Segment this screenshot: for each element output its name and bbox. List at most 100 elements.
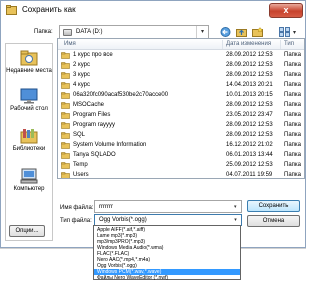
row-date: 06.01.2013 13:44: [226, 152, 273, 158]
folder-icon: [61, 72, 70, 79]
filetype-option[interactable]: Файлы Nero WaveEditor (*.nwf): [94, 275, 240, 281]
row-name: 3 курс: [73, 72, 90, 78]
row-type: Папка: [284, 72, 301, 78]
row-date: 25.09.2012 12:53: [226, 162, 273, 168]
place-computer[interactable]: Компьютер: [6, 168, 52, 192]
save-as-dialog: Сохранить как x Папка: DATA (D:) ▾ ▾ Нед…: [0, 0, 306, 248]
table-row[interactable]: Program rayyyy 28.09.2012 12:53 Папка: [58, 121, 304, 130]
row-type: Папка: [284, 82, 301, 88]
libraries-icon: [20, 129, 38, 144]
list-header: Имя Дата изменения Тип: [58, 39, 304, 50]
place-recent[interactable]: Недавние места: [6, 50, 52, 74]
row-type: Папка: [284, 132, 301, 138]
view-menu-icon[interactable]: [279, 27, 290, 37]
file-list[interactable]: Имя Дата изменения Тип 1 курс про все 28.…: [57, 38, 305, 179]
place-label: Компьютер: [13, 186, 45, 192]
row-date: 04.07.2011 19:59: [226, 172, 273, 178]
table-row[interactable]: MSOCache 28.09.2012 12:53 Папка: [58, 101, 304, 110]
row-date: 28.09.2012 12:53: [226, 72, 273, 78]
row-name: Program Files: [73, 112, 111, 118]
row-type: Папка: [284, 162, 301, 168]
row-type: Папка: [284, 102, 301, 108]
folder-icon: [61, 52, 70, 59]
folder-icon: [61, 92, 70, 99]
folder-value: DATA (D:): [76, 29, 103, 35]
row-type: Папка: [284, 152, 301, 158]
cancel-button[interactable]: Отмена: [247, 215, 300, 227]
folder-icon: [61, 62, 70, 69]
table-row[interactable]: 3 курс 28.09.2012 12:53 Папка: [58, 71, 304, 80]
row-date: 28.09.2012 12:53: [226, 52, 273, 58]
filetype-dropdown-list: Apple AIFF(*.aif,*.aiff) Lame mp3(*.mp3) m…: [93, 225, 241, 281]
table-row[interactable]: 4 курс 14.04.2013 20:21 Папка: [58, 81, 304, 90]
row-name: Users: [73, 172, 89, 178]
title-bar: Сохранить как x: [1, 1, 305, 20]
filetype-value: Ogg Vorbis(*.ogg): [99, 217, 147, 223]
row-type: Папка: [284, 52, 301, 58]
row-name: 1 курс про все: [73, 52, 113, 58]
chevron-down-icon[interactable]: ▾: [230, 215, 241, 225]
chevron-down-icon[interactable]: ▾: [196, 26, 208, 38]
table-row[interactable]: 1 курс про все 28.09.2012 12:53 Папка: [58, 51, 304, 60]
row-type: Папка: [284, 92, 301, 98]
folder-label: Папка:: [34, 29, 53, 35]
filename-history-arrow[interactable]: ▾: [234, 204, 237, 210]
row-name: SQL: [73, 132, 86, 138]
table-row[interactable]: Users 04.07.2011 19:59 Папка: [58, 171, 304, 178]
folder-icon: [61, 132, 70, 139]
row-name: Tanya SQLADO: [73, 152, 116, 158]
row-name: Program rayyyy: [73, 122, 116, 128]
row-name: MSOCache: [73, 102, 105, 108]
row-type: Папка: [284, 62, 301, 68]
row-type: Папка: [284, 172, 301, 178]
row-type: Папка: [284, 142, 301, 148]
filetype-label: Тип файла:: [60, 218, 92, 224]
computer-icon: [20, 168, 38, 184]
row-name: 4 курс: [73, 82, 90, 88]
folder-icon: [61, 172, 70, 178]
header-date[interactable]: Дата изменения: [226, 41, 271, 47]
options-button[interactable]: Опции...: [9, 225, 45, 237]
folder-icon: [61, 82, 70, 89]
save-button[interactable]: Сохранить: [247, 200, 300, 212]
table-row[interactable]: 06a320fc090acaf530be2c70acce00 10.01.2013…: [58, 91, 304, 100]
row-date: 23.05.2012 23:47: [226, 112, 273, 118]
desktop-icon: [20, 88, 38, 104]
filename-input[interactable]: rrrrrrr: [94, 200, 242, 213]
header-type[interactable]: Тип: [284, 41, 294, 47]
filename-label: Имя файла:: [60, 205, 94, 211]
header-name[interactable]: Имя: [64, 41, 76, 47]
table-row[interactable]: SQL 28.09.2012 12:53 Папка: [58, 131, 304, 140]
row-date: 16.12.2012 21:02: [226, 142, 273, 148]
folder-icon: [61, 122, 70, 129]
folder-icon: [61, 152, 70, 159]
row-date: 14.04.2013 20:21: [226, 82, 273, 88]
place-desktop[interactable]: Рабочий стол: [6, 88, 52, 112]
view-dropdown-arrow[interactable]: ▾: [293, 29, 296, 36]
row-name: Temp: [73, 162, 88, 168]
new-folder-icon[interactable]: [252, 27, 263, 37]
row-name: 06a320fc090acaf530be2c70acce00: [73, 92, 169, 98]
row-date: 28.09.2012 12:53: [226, 122, 273, 128]
close-button[interactable]: x: [269, 3, 303, 18]
folder-icon: [61, 112, 70, 119]
header-separator: [222, 40, 223, 49]
table-row[interactable]: Tanya SQLADO 06.01.2013 13:44 Папка: [58, 151, 304, 160]
up-folder-icon[interactable]: [236, 27, 247, 37]
table-row[interactable]: System Volume Information 16.12.2012 21:0…: [58, 141, 304, 150]
table-row[interactable]: Temp 25.09.2012 12:53 Папка: [58, 161, 304, 170]
table-row[interactable]: Program Files 23.05.2012 23:47 Папка: [58, 111, 304, 120]
back-arrow-icon[interactable]: [220, 27, 231, 37]
folder-select[interactable]: DATA (D:) ▾: [59, 25, 209, 39]
row-date: 10.01.2013 20:15: [226, 92, 273, 98]
row-name: 2 курс: [73, 62, 90, 68]
folder-icon: [61, 102, 70, 109]
places-bar: Недавние места Рабочий стол Библиотеки К…: [5, 43, 53, 241]
place-label: Рабочий стол: [10, 106, 48, 112]
table-row[interactable]: 2 курс 28.09.2012 12:53 Папка: [58, 61, 304, 70]
place-libraries[interactable]: Библиотеки: [6, 128, 52, 152]
window-title: Сохранить как: [22, 5, 76, 14]
recent-places-icon: [20, 50, 38, 66]
row-date: 28.09.2012 12:53: [226, 102, 273, 108]
folder-icon: [61, 142, 70, 149]
